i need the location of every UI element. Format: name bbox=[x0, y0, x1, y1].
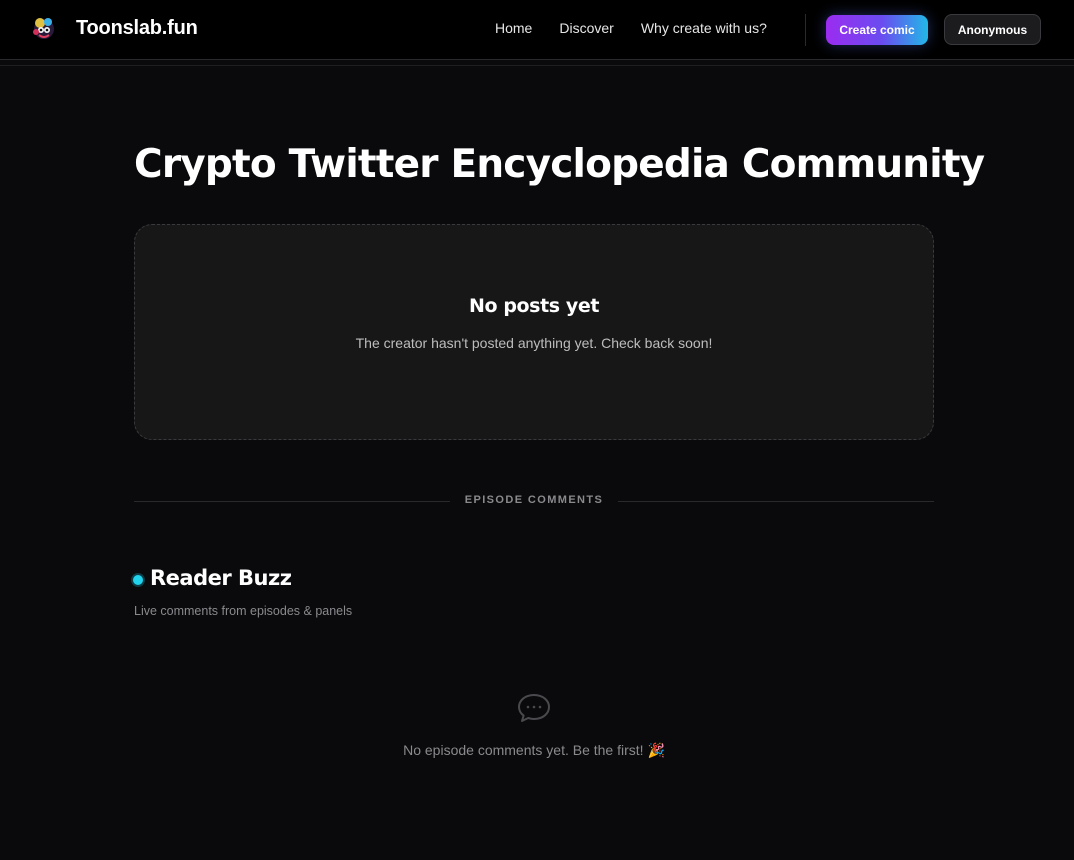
empty-posts-card: No posts yet The creator hasn't posted a… bbox=[134, 224, 934, 440]
create-comic-button[interactable]: Create comic bbox=[826, 15, 928, 45]
empty-posts-title: No posts yet bbox=[468, 295, 600, 317]
nav-discover[interactable]: Discover bbox=[559, 20, 613, 36]
nav-divider bbox=[805, 14, 806, 46]
page-title: Crypto Twitter Encyclopedia Community bbox=[134, 142, 985, 187]
main-nav: Home Discover Why create with us? bbox=[495, 20, 794, 36]
brand[interactable]: Toonslab.fun bbox=[30, 14, 198, 42]
empty-posts-subtitle: The creator hasn't posted anything yet. … bbox=[355, 335, 713, 351]
section-label: EPISODE COMMENTS bbox=[464, 494, 604, 506]
reader-buzz-title: Reader Buzz bbox=[150, 566, 292, 590]
no-comments-text: No episode comments yet. Be the first! 🎉 bbox=[403, 742, 665, 758]
header-divider bbox=[0, 65, 1074, 66]
nav-why-create[interactable]: Why create with us? bbox=[641, 20, 767, 36]
mascot-logo-icon bbox=[30, 14, 58, 42]
top-navbar: Toonslab.fun Home Discover Why create wi… bbox=[0, 0, 1074, 60]
reader-buzz-subtitle: Live comments from episodes & panels bbox=[134, 604, 353, 618]
divider-line-right bbox=[618, 501, 934, 502]
user-menu-button[interactable]: Anonymous bbox=[944, 14, 1041, 45]
brand-name: Toonslab.fun bbox=[76, 16, 198, 39]
chat-bubble-icon bbox=[516, 692, 552, 724]
nav-home[interactable]: Home bbox=[495, 20, 532, 36]
live-indicator-dot bbox=[133, 575, 143, 585]
episode-comments-divider: EPISODE COMMENTS bbox=[134, 492, 934, 510]
